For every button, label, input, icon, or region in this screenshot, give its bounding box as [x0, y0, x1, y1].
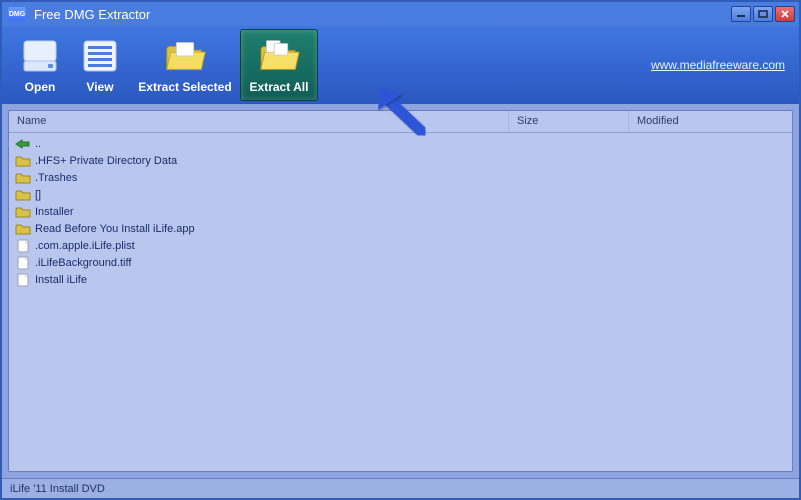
row-name: Install iLife	[35, 274, 87, 286]
status-bar: iLife '11 Install DVD	[2, 478, 799, 498]
app-window: DMG Free DMG Extractor Open	[0, 0, 801, 500]
row-name: Installer	[35, 206, 74, 218]
open-label: Open	[25, 80, 56, 94]
folder-icon	[15, 205, 31, 219]
folder-row[interactable]: .Trashes	[15, 169, 786, 186]
folder-all-icon	[257, 36, 301, 76]
folder-row[interactable]: Installer	[15, 203, 786, 220]
row-name: .com.apple.iLife.plist	[35, 240, 135, 252]
window-title: Free DMG Extractor	[34, 7, 731, 22]
row-name: .HFS+ Private Directory Data	[35, 155, 177, 167]
folder-selected-icon	[163, 36, 207, 76]
column-name[interactable]: Name	[9, 111, 509, 132]
row-name: []	[35, 189, 41, 201]
file-row[interactable]: .com.apple.iLife.plist	[15, 237, 786, 254]
extract-all-button[interactable]: Extract All	[240, 29, 318, 101]
file-icon	[15, 256, 31, 270]
file-icon	[15, 273, 31, 287]
row-name: Read Before You Install iLife.app	[35, 223, 195, 235]
column-size[interactable]: Size	[509, 111, 629, 132]
open-button[interactable]: Open	[10, 30, 70, 100]
file-icon	[15, 239, 31, 253]
row-name: ..	[35, 138, 41, 150]
status-text: iLife '11 Install DVD	[10, 483, 105, 495]
app-logo-icon: DMG	[8, 7, 26, 21]
website-link[interactable]: www.mediafreeware.com	[651, 58, 785, 72]
list-icon	[78, 36, 122, 76]
folder-icon	[15, 154, 31, 168]
extract-all-label: Extract All	[250, 80, 309, 94]
view-label: View	[86, 80, 113, 94]
folder-icon	[15, 222, 31, 236]
file-list[interactable]: Name Size Modified .. .HFS+ Private Direc…	[8, 110, 793, 472]
folder-row[interactable]: .HFS+ Private Directory Data	[15, 152, 786, 169]
row-name: .iLifeBackground.tiff	[35, 257, 131, 269]
toolbar: Open View Extr	[2, 26, 799, 104]
column-modified[interactable]: Modified	[629, 111, 792, 132]
file-row[interactable]: Install iLife	[15, 271, 786, 288]
folder-row[interactable]: []	[15, 186, 786, 203]
file-row[interactable]: .iLifeBackground.tiff	[15, 254, 786, 271]
close-button[interactable]	[775, 6, 795, 22]
folder-icon	[15, 171, 31, 185]
maximize-button[interactable]	[753, 6, 773, 22]
window-controls	[731, 6, 795, 22]
up-arrow-icon	[15, 137, 31, 151]
titlebar: DMG Free DMG Extractor	[2, 2, 799, 26]
minimize-button[interactable]	[731, 6, 751, 22]
row-name: .Trashes	[35, 172, 77, 184]
folder-row[interactable]: Read Before You Install iLife.app	[15, 220, 786, 237]
folder-icon	[15, 188, 31, 202]
parent-row[interactable]: ..	[15, 135, 786, 152]
content-area: Name Size Modified .. .HFS+ Private Direc…	[2, 104, 799, 478]
view-button[interactable]: View	[70, 30, 130, 100]
extract-selected-button[interactable]: Extract Selected	[130, 30, 240, 100]
extract-selected-label: Extract Selected	[138, 80, 231, 94]
column-headers: Name Size Modified	[9, 111, 792, 133]
rows-container: .. .HFS+ Private Directory Data .Trashes []…	[9, 133, 792, 290]
drive-icon	[18, 36, 62, 76]
